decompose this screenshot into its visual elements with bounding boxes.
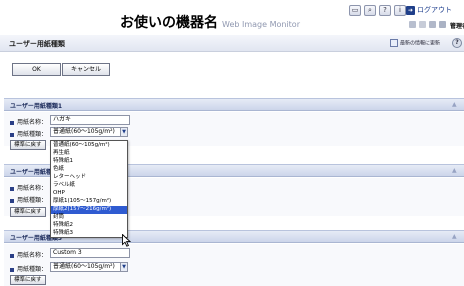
paper-name-label-1: 用紙名称： — [10, 117, 47, 126]
bullet-icon — [10, 120, 14, 125]
dropdown-option[interactable]: ラベル紙 — [51, 182, 127, 190]
cancel-button[interactable]: キャンセル — [62, 63, 110, 76]
bullet-icon — [10, 186, 14, 191]
logout-link[interactable]: ➜ ログアウト — [406, 5, 452, 15]
refresh-link[interactable]: 最新の情報に更新 — [390, 39, 440, 47]
paper-type-dropdown-list[interactable]: 普通紙(60～105g/m²) 再生紙 特殊紙1 色紙 レターヘッド ラベル紙 … — [50, 140, 128, 238]
refresh-label: 最新の情報に更新 — [400, 40, 441, 47]
dropdown-option[interactable]: 厚紙1(105～157g/m²) — [51, 198, 127, 206]
ok-button[interactable]: OK — [12, 63, 61, 76]
paper-name-label-text: 用紙名称： — [17, 185, 48, 192]
web-image-monitor-label: Web Image Monitor — [222, 20, 300, 29]
section-header-1 — [4, 98, 464, 111]
logout-arrow-icon: ➜ — [406, 6, 415, 15]
section-title-1: ユーザー用紙種類1 — [10, 103, 63, 110]
bullet-icon — [10, 132, 14, 137]
dropdown-option[interactable]: 普通紙(60～105g/m²) — [51, 142, 127, 150]
page-title: ユーザー用紙種類 — [9, 40, 65, 48]
paper-name-label-3: 用紙名称： — [10, 250, 47, 259]
chevron-down-icon: ▼ — [120, 128, 127, 136]
device-name-title: お使いの機器名 Web Image Monitor — [120, 12, 300, 32]
dropdown-option[interactable]: 特殊紙2 — [51, 222, 127, 230]
monitor-icon[interactable]: ▭ — [349, 5, 361, 16]
bullet-icon — [10, 253, 14, 258]
collapse-arrow-icon[interactable]: ▲ — [452, 233, 457, 240]
paper-type-select-1[interactable]: 普通紙(60～105g/m²) ▼ — [50, 127, 128, 137]
paper-name-label-2: 用紙名称： — [10, 183, 47, 192]
device-name-text: お使いの機器名 — [120, 15, 218, 31]
paper-type-select-value: 普通紙(60～105g/m²) — [53, 128, 115, 135]
reset-button-3[interactable]: 標準に戻す — [10, 275, 46, 285]
refresh-icon — [390, 39, 398, 47]
print-status-icon — [409, 21, 416, 28]
dropdown-option[interactable]: レターヘッド — [51, 174, 127, 182]
mouse-pointer-icon — [122, 234, 131, 247]
device-status-icon — [439, 21, 446, 28]
paper-type-select-value: 普通紙(60～105g/m²) — [53, 263, 115, 270]
paper-type-label-2: 用紙種類： — [10, 195, 47, 204]
dropdown-option[interactable]: 色紙 — [51, 166, 127, 174]
dropdown-option[interactable]: 特殊紙1 — [51, 158, 127, 166]
bullet-icon — [10, 198, 14, 203]
help-icon[interactable]: ? — [379, 5, 391, 16]
chevron-down-icon: ▼ — [120, 263, 127, 271]
copy-status-icon — [419, 21, 426, 28]
reset-button-2[interactable]: 標準に戻す — [10, 207, 46, 217]
paper-type-label-3: 用紙種類： — [10, 264, 47, 273]
paper-type-label-text: 用紙種類： — [17, 197, 48, 204]
search-icon[interactable]: ⌕ — [364, 5, 376, 16]
dropdown-option[interactable]: 封筒 — [51, 214, 127, 222]
dropdown-option[interactable]: OHP — [51, 190, 127, 198]
paper-name-label-text: 用紙名称： — [17, 252, 48, 259]
paper-type-select-3[interactable]: 普通紙(60～105g/m²) ▼ — [50, 262, 128, 272]
admin-label: 管理者 — [450, 23, 464, 30]
paper-type-label-text: 用紙種類： — [17, 266, 48, 273]
reset-button-1[interactable]: 標準に戻す — [10, 140, 46, 150]
dropdown-option-selected[interactable]: 厚紙2(157～216g/m²) — [51, 206, 127, 214]
paper-type-label-text: 用紙種類： — [17, 131, 48, 138]
bullet-icon — [10, 267, 14, 272]
paper-name-input-3[interactable]: Custom 3 — [50, 248, 130, 258]
logout-label: ログアウト — [417, 6, 452, 14]
dropdown-option[interactable]: 特殊紙3 — [51, 230, 127, 238]
paper-name-label-text: 用紙名称： — [17, 119, 48, 126]
collapse-arrow-icon[interactable]: ▲ — [452, 101, 457, 108]
paper-type-label-1: 用紙種類： — [10, 129, 47, 138]
dropdown-option[interactable]: 再生紙 — [51, 150, 127, 158]
paper-name-input-1[interactable]: ハガキ — [50, 115, 130, 125]
info-icon[interactable]: i — [394, 5, 406, 16]
user-status-icon — [429, 21, 436, 28]
help-circle-icon[interactable]: ? — [452, 38, 462, 48]
collapse-arrow-icon[interactable]: ▲ — [452, 167, 457, 174]
